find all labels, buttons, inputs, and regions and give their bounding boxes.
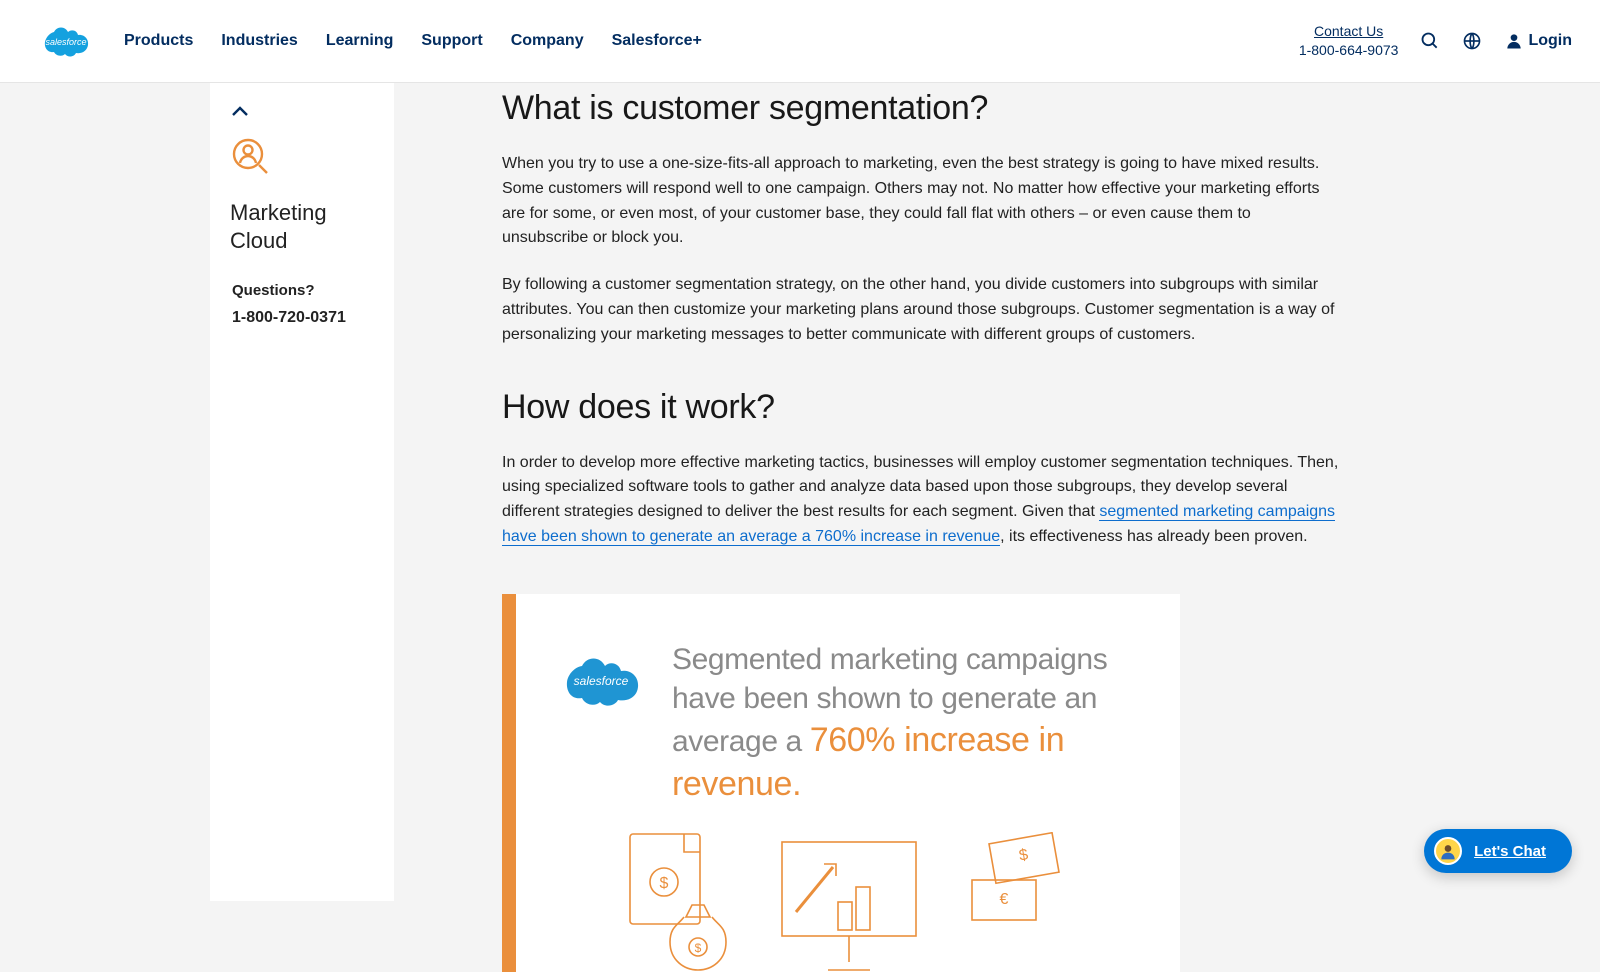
questions-label: Questions?: [232, 282, 374, 299]
salesforce-logo[interactable]: salesforce: [36, 20, 96, 62]
contact-phone: 1-800-664-9073: [1299, 41, 1399, 60]
person-search-icon: [230, 136, 374, 181]
left-sidebar: Marketing Cloud Questions? 1-800-720-037…: [210, 83, 394, 901]
paragraph-how-it-works: In order to develop more effective marke…: [502, 451, 1340, 550]
svg-text:$: $: [1018, 847, 1030, 865]
login-label: Login: [1528, 32, 1572, 50]
chevron-up-icon[interactable]: [230, 105, 374, 124]
stat-illustration-card: salesforce Segmented marketing campaigns…: [502, 594, 1180, 972]
main-nav: Products Industries Learning Support Com…: [124, 32, 702, 50]
nav-support[interactable]: Support: [421, 32, 482, 50]
sidebar-title: Marketing Cloud: [230, 199, 374, 254]
contact-block: Contact Us 1-800-664-9073: [1299, 22, 1399, 60]
nav-industries[interactable]: Industries: [221, 32, 297, 50]
illustration-headline: Segmented marketing campaigns have been …: [672, 640, 1140, 806]
svg-text:$: $: [695, 941, 702, 955]
paragraph-intro-1: When you try to use a one-size-fits-all …: [502, 152, 1340, 251]
header-right: Contact Us 1-800-664-9073 Login: [1299, 22, 1572, 60]
svg-text:salesforce: salesforce: [45, 37, 86, 47]
illustration-icons-row: $ $: [556, 832, 1140, 972]
salesforce-cloud-icon: salesforce: [556, 648, 646, 717]
presentation-chart-icon: [778, 832, 928, 972]
chat-avatar-icon: [1434, 837, 1462, 865]
paragraph-how-text-b: , its effectiveness has already been pro…: [1000, 528, 1307, 545]
login-button[interactable]: Login: [1504, 31, 1572, 51]
chat-widget-label: Let's Chat: [1474, 843, 1546, 860]
paragraph-intro-2: By following a customer segmentation str…: [502, 273, 1340, 347]
heading-what-is: What is customer segmentation?: [502, 89, 1354, 128]
article-body: What is customer segmentation? When you …: [394, 83, 1354, 901]
heading-how-does-it-work: How does it work?: [502, 388, 1354, 427]
questions-phone[interactable]: 1-800-720-0371: [232, 309, 374, 327]
cloud-logo-text: salesforce: [574, 674, 629, 688]
global-header: salesforce Products Industries Learning …: [0, 0, 1600, 83]
chat-widget-button[interactable]: Let's Chat: [1424, 829, 1572, 873]
money-notes-icon: $ €: [962, 832, 1072, 932]
svg-text:$: $: [660, 875, 669, 892]
search-icon[interactable]: [1420, 31, 1440, 51]
globe-icon[interactable]: [1462, 31, 1482, 51]
document-moneybag-icon: $ $: [624, 832, 744, 972]
nav-learning[interactable]: Learning: [326, 32, 394, 50]
contact-us-link[interactable]: Contact Us: [1299, 22, 1399, 41]
nav-company[interactable]: Company: [511, 32, 584, 50]
svg-text:€: €: [1000, 891, 1009, 908]
nav-salesforce-plus[interactable]: Salesforce+: [612, 32, 702, 50]
nav-products[interactable]: Products: [124, 32, 193, 50]
